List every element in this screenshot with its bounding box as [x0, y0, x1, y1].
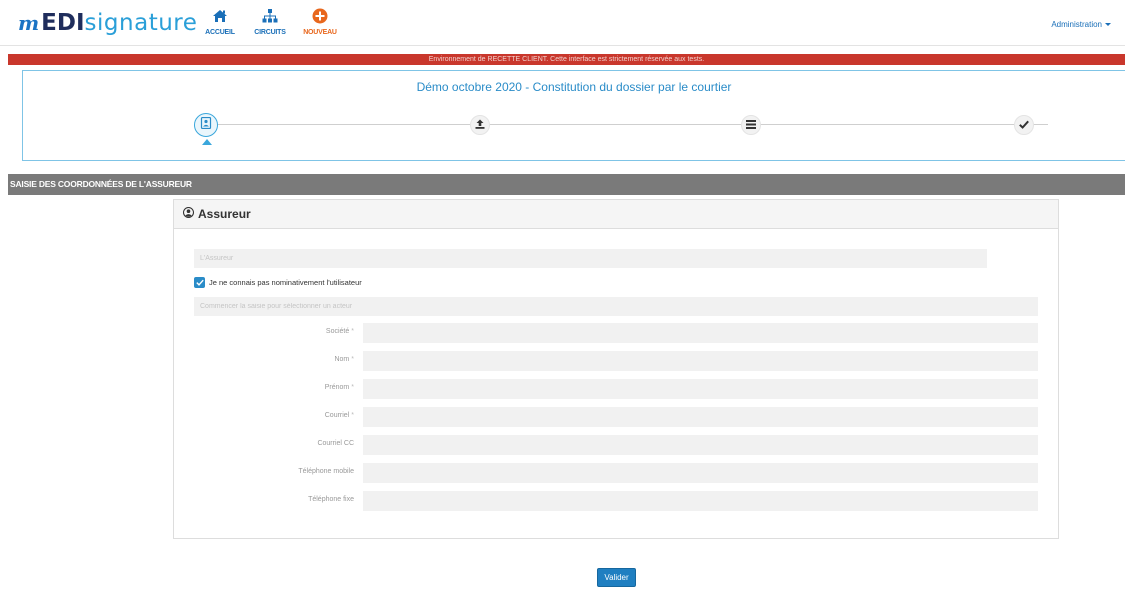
- wizard-progress-line: [208, 124, 1048, 125]
- section-header: SAISIE DES COORDONNÉES DE L'ASSUREUR: [8, 174, 1125, 195]
- field-label: Courriel *: [324, 412, 354, 419]
- administration-label: Administration: [1051, 20, 1102, 29]
- field-label: Nom *: [334, 356, 354, 363]
- plus-circle-icon: [312, 6, 328, 26]
- field-label: Téléphone fixe: [308, 496, 354, 503]
- courriel-cc-input[interactable]: [363, 435, 1038, 455]
- wizard-stepper: Démo octobre 2020 - Constitution du doss…: [22, 70, 1125, 161]
- field-label: Société *: [325, 328, 354, 335]
- sitemap-icon: [262, 6, 278, 26]
- nom-input[interactable]: [363, 351, 1038, 371]
- panel-header: Assureur: [174, 200, 1058, 229]
- step-contact[interactable]: [194, 113, 218, 137]
- check-icon: [1019, 116, 1029, 134]
- unknown-user-checkbox-row[interactable]: Je ne connais pas nominativement l'utili…: [194, 277, 362, 288]
- logo-signature: signature: [84, 10, 198, 36]
- telephone-fixe-input[interactable]: [363, 491, 1038, 511]
- nav-accueil-label: ACCUEIL: [205, 29, 235, 36]
- assureur-input[interactable]: [194, 249, 987, 268]
- step-upload[interactable]: [470, 115, 490, 135]
- field-label: Courriel CC: [317, 440, 354, 447]
- prenom-input[interactable]: [363, 379, 1038, 399]
- panel-title: Assureur: [198, 207, 251, 221]
- societe-input[interactable]: [363, 323, 1038, 343]
- list-icon: [746, 116, 756, 134]
- logo-mark: m: [18, 11, 39, 35]
- field-label: Prénom *: [324, 384, 354, 391]
- administration-menu[interactable]: Administration: [1051, 20, 1111, 29]
- user-circle-icon: [182, 205, 195, 223]
- user-card-icon: [200, 116, 212, 134]
- nav-nouveau-label: NOUVEAU: [303, 29, 337, 36]
- app-logo[interactable]: m EDI signature: [18, 9, 197, 37]
- upload-icon: [475, 116, 485, 134]
- telephone-mobile-input[interactable]: [363, 463, 1038, 483]
- courriel-input[interactable]: [363, 407, 1038, 427]
- step-list[interactable]: [741, 115, 761, 135]
- unknown-user-checkbox[interactable]: [194, 277, 205, 288]
- wizard-title: Démo octobre 2020 - Constitution du doss…: [416, 80, 732, 94]
- unknown-user-checkbox-label: Je ne connais pas nominativement l'utili…: [209, 278, 362, 287]
- actor-search-input[interactable]: [194, 297, 1038, 316]
- logo-edi: EDI: [41, 10, 85, 36]
- nav-nouveau[interactable]: NOUVEAU: [300, 6, 340, 36]
- field-label: Téléphone mobile: [298, 468, 354, 475]
- main-nav: ACCUEIL CIRCUITS NOUVEAU: [200, 6, 350, 36]
- home-icon: [212, 6, 228, 26]
- assureur-panel: Assureur Je ne connais pas nominativemen…: [173, 199, 1059, 539]
- nav-circuits[interactable]: CIRCUITS: [250, 6, 290, 36]
- valider-button[interactable]: Valider: [597, 568, 636, 587]
- nav-circuits-label: CIRCUITS: [254, 29, 286, 36]
- environment-banner: Environnement de RECETTE CLIENT. Cette i…: [8, 54, 1125, 65]
- step-confirm[interactable]: [1014, 115, 1034, 135]
- active-step-pointer: [202, 139, 212, 145]
- nav-accueil[interactable]: ACCUEIL: [200, 6, 240, 36]
- caret-down-icon: [1105, 23, 1111, 27]
- top-navbar: m EDI signature ACCUEIL CIRCUITS NOUVEAU…: [0, 0, 1125, 46]
